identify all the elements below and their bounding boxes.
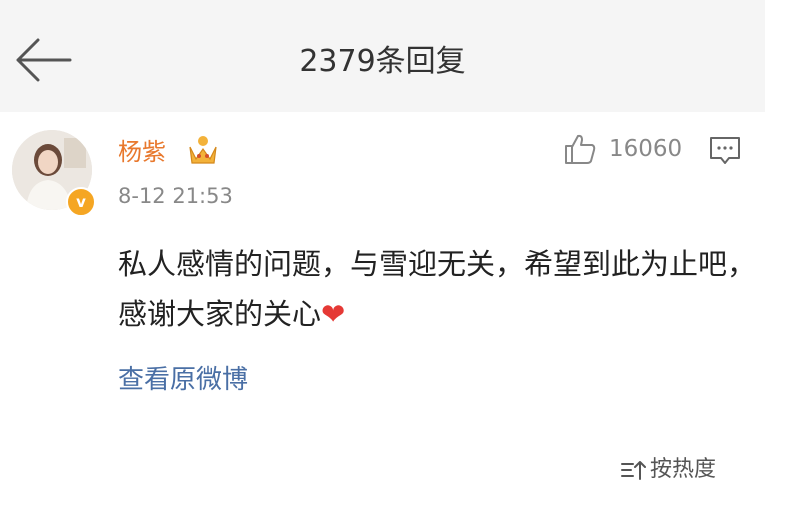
sort-by-hot-button[interactable]: 按热度 — [620, 454, 716, 486]
heart-emoji: ❤ — [321, 297, 346, 331]
comment-body: 私人感情的问题，与雪迎无关，希望到此为止吧，感谢大家的关心 — [118, 247, 757, 331]
view-original-weibo-link[interactable]: 查看原微博 — [118, 362, 248, 398]
crown-icon — [189, 136, 217, 164]
like-count: 16060 — [609, 136, 683, 162]
username[interactable]: 杨紫 — [118, 136, 166, 168]
top-bar: 2379条回复 — [0, 0, 765, 112]
thumbs-up-icon[interactable] — [563, 132, 597, 166]
verified-badge: v — [66, 187, 96, 217]
comment-timestamp: 8-12 21:53 — [118, 184, 233, 208]
sort-icon — [621, 461, 646, 480]
comment-icon[interactable] — [708, 134, 742, 166]
sort-label: 按热度 — [650, 457, 717, 482]
page-title: 2379条回复 — [299, 44, 466, 79]
comment-text: 私人感情的问题，与雪迎无关，希望到此为止吧，感谢大家的关心❤ — [118, 239, 758, 339]
